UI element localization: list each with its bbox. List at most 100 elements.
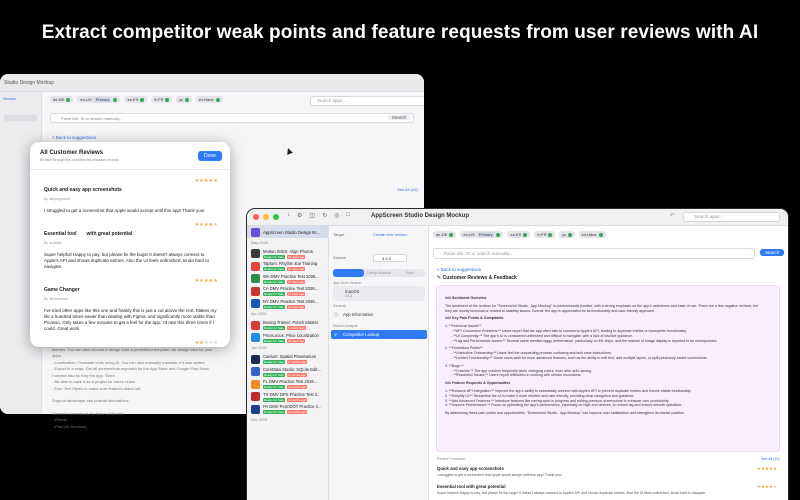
language-chip[interactable]: en-US Primary xyxy=(460,231,504,238)
status-badge: Ready for Sale xyxy=(263,326,285,330)
language-chip[interactable]: ja xyxy=(176,96,192,103)
review-item[interactable]: Game Changer ★★★★★ By Whistleware I've trie… xyxy=(30,270,230,332)
segment-option[interactable]: Design Mockup xyxy=(364,269,395,277)
app-list-item[interactable]: PriceLocus: Price Localization Ready for … xyxy=(247,332,328,344)
language-chip[interactable]: ja xyxy=(559,231,575,238)
language-chip[interactable]: zh-Hans xyxy=(195,96,223,103)
main-content: de-DE en-US Primary es-ES fr-FR ja zh-Hans Pas… xyxy=(429,226,788,500)
app-list-item[interactable]: TX DMV DPS Practice Test 2... Ready for S… xyxy=(247,391,328,403)
analysis-line: By addressing these pain points and oppo… xyxy=(445,411,685,416)
create-version-text: Create new version xyxy=(373,232,408,237)
status-dot-icon xyxy=(598,232,603,237)
background-sidebar-label: Version xyxy=(3,96,17,101)
zoom-window-button[interactable] xyxy=(273,214,279,220)
search-button[interactable]: Search xyxy=(760,249,785,256)
settings-icon[interactable]: ⚙ xyxy=(297,212,302,219)
search-apps-input[interactable]: Search apps... xyxy=(683,212,780,222)
download-icon[interactable]: ↓ xyxy=(287,212,290,219)
app-list-item[interactable]: NY DMV Practice Test 2026... Ready for Sa… xyxy=(247,298,328,310)
review-title: Quick and easy app screenshots xyxy=(44,187,122,193)
app-tags: Ready for Sale 18 days ago xyxy=(263,304,318,309)
review-item[interactable]: Essential tool with great potential ★★★★★ B… xyxy=(30,214,230,270)
app-text: Caelum: Spatial Planetarium Ready for Sal… xyxy=(263,354,316,364)
app-list-item[interactable]: PA DMV PennDOT Practice 2... Ready for Sa… xyxy=(247,403,328,415)
app-list-item[interactable]: WA DMV Practice Test 2026... Ready for Sa… xyxy=(247,273,328,285)
app-list-item[interactable]: CoreData Studio: SQLite Edit... Ready for… xyxy=(247,366,328,378)
language-code: de-DE xyxy=(53,97,65,102)
titlebar: ↓ ⚙ ◫ ↻ ◎ □ AppScreen Studio Design Mock… xyxy=(247,209,788,226)
age-badge: 17 days ago xyxy=(286,292,306,296)
background-language-bar: de-DE en-US Primary es-ES fr-FR ja zh-Hans xyxy=(50,96,223,103)
app-icon xyxy=(251,392,260,401)
language-code: es-ES xyxy=(510,232,522,237)
background-sidebar-item[interactable] xyxy=(4,115,37,121)
ai-analysis-panel: ### Sentiment Overview The sentiment of t… xyxy=(436,285,780,452)
app-name: Motion Stitch: Align Photos xyxy=(263,248,313,254)
app-list-item[interactable]: Caelum: Spatial Planetarium Ready for Sal… xyxy=(247,353,328,365)
star-icon: ★ xyxy=(213,340,218,346)
status-dot-icon xyxy=(496,232,501,237)
background-see-all-link[interactable]: See All (10) xyxy=(397,187,418,192)
nav-item-competitor-lookup[interactable]: ⚲ Competitor Lookup xyxy=(331,330,427,339)
mode-segmented-control[interactable]: Design Mockup Push xyxy=(333,269,425,277)
background-search-input[interactable]: Search apps... xyxy=(310,96,424,106)
review-list[interactable]: Quick and easy app screenshots ★★★★★ By al… xyxy=(30,170,230,347)
analysis-line: ### Key Pain Points & Complaints xyxy=(445,316,504,321)
segment-option[interactable]: Push xyxy=(394,269,425,277)
analysis-line: ### Feature Requests & Opportunities xyxy=(445,381,511,386)
background-paste-placeholder: Paste link, ID or search manually... xyxy=(61,116,123,121)
device-card[interactable]: macOS 3.4.3 xyxy=(333,286,425,301)
language-chip[interactable]: en-US Primary xyxy=(77,96,121,103)
date-group-header: May 2026 xyxy=(251,240,268,245)
language-chip[interactable]: zh-Hans xyxy=(578,231,606,238)
paste-input[interactable]: Paste link, ID or search manually... xyxy=(433,248,755,259)
background-window-title: Studio Design Mockup xyxy=(4,79,55,86)
language-chip[interactable]: fr-FR xyxy=(151,96,173,103)
app-icon xyxy=(251,227,260,237)
app-icon xyxy=(251,274,260,283)
date-group-header: Dec 2025 xyxy=(251,417,268,422)
analysis-line: - **Lag and Performance Issues:** Severa… xyxy=(451,338,718,343)
app-list-item[interactable]: Taptum: Rhythm Ear Training Ready for Sal… xyxy=(247,260,328,272)
done-button[interactable]: Done xyxy=(198,151,222,161)
status-badge: Ready for Sale xyxy=(263,292,285,296)
language-chip[interactable]: fr-FR xyxy=(534,231,556,238)
nav-item-app-information[interactable]: ⓘ App Information xyxy=(331,310,427,319)
device-version: 3.4.3 xyxy=(345,294,353,298)
version-select[interactable]: 3.4.3 xyxy=(373,254,407,262)
background-back-link[interactable]: < Back to suggestions xyxy=(52,135,96,140)
background-paste-input[interactable]: Paste link, ID or search manually... Sea… xyxy=(50,113,414,123)
background-search-button[interactable]: Search xyxy=(387,115,410,120)
app-list-item[interactable]: CA DMV Practice Test 2026... Ready for Sa… xyxy=(247,285,328,297)
app-icon xyxy=(251,354,260,364)
undo-icon[interactable]: ↶ xyxy=(670,212,675,219)
recent-feedback-item[interactable]: Essential tool with great potential Super… xyxy=(437,484,777,495)
recent-feedback-item[interactable]: Quick and easy app screenshots I struggle… xyxy=(437,466,777,477)
app-list-item[interactable]: Boxing Trainer: Punch Master Ready for Sa… xyxy=(247,319,328,331)
app-list-item[interactable]: AppScreen Studio Design M... xyxy=(247,226,328,238)
app-list-item[interactable]: FL DMV Practice Test 2026... Ready for Sa… xyxy=(247,378,328,390)
app-text: CA DMV Practice Test 2026... Ready for Sa… xyxy=(263,286,318,296)
globe-icon[interactable]: ◎ xyxy=(334,212,339,219)
primary-badge: Primary xyxy=(93,97,112,102)
sidebar-toggle-icon[interactable]: ◫ xyxy=(309,212,315,219)
window-icon[interactable]: □ xyxy=(346,212,350,219)
app-tags: Ready for Sale 33 days ago xyxy=(263,338,319,343)
back-to-suggestions-link[interactable]: < Back to suggestions xyxy=(437,267,481,272)
review-item[interactable]: Doesn't workat all★★★★★By bapopinkiReall… xyxy=(30,332,230,347)
star-icon: ★ xyxy=(213,278,218,284)
see-all-link[interactable]: See All (10) xyxy=(761,457,780,461)
language-chip[interactable]: de-DE xyxy=(433,231,457,238)
analysis-line: 4. **Improve Performance:** Focus on opt… xyxy=(445,403,683,408)
review-item[interactable]: Quick and easy app screenshots ★★★★★ By al… xyxy=(30,170,230,214)
app-list-item[interactable]: Motion Stitch: Align Photos Ready for Sal… xyxy=(247,248,328,260)
create-version-link[interactable]: Create new version xyxy=(373,232,407,237)
language-chip[interactable]: es-ES xyxy=(507,231,531,238)
language-chip[interactable]: de-DE xyxy=(50,96,74,103)
minimize-window-button[interactable] xyxy=(263,214,269,220)
status-badge: Ready for Sale xyxy=(263,372,285,377)
close-window-button[interactable] xyxy=(253,214,259,220)
segment-option[interactable] xyxy=(333,269,364,277)
language-chip[interactable]: es-ES xyxy=(124,96,148,103)
refresh-icon[interactable]: ↻ xyxy=(322,212,327,219)
